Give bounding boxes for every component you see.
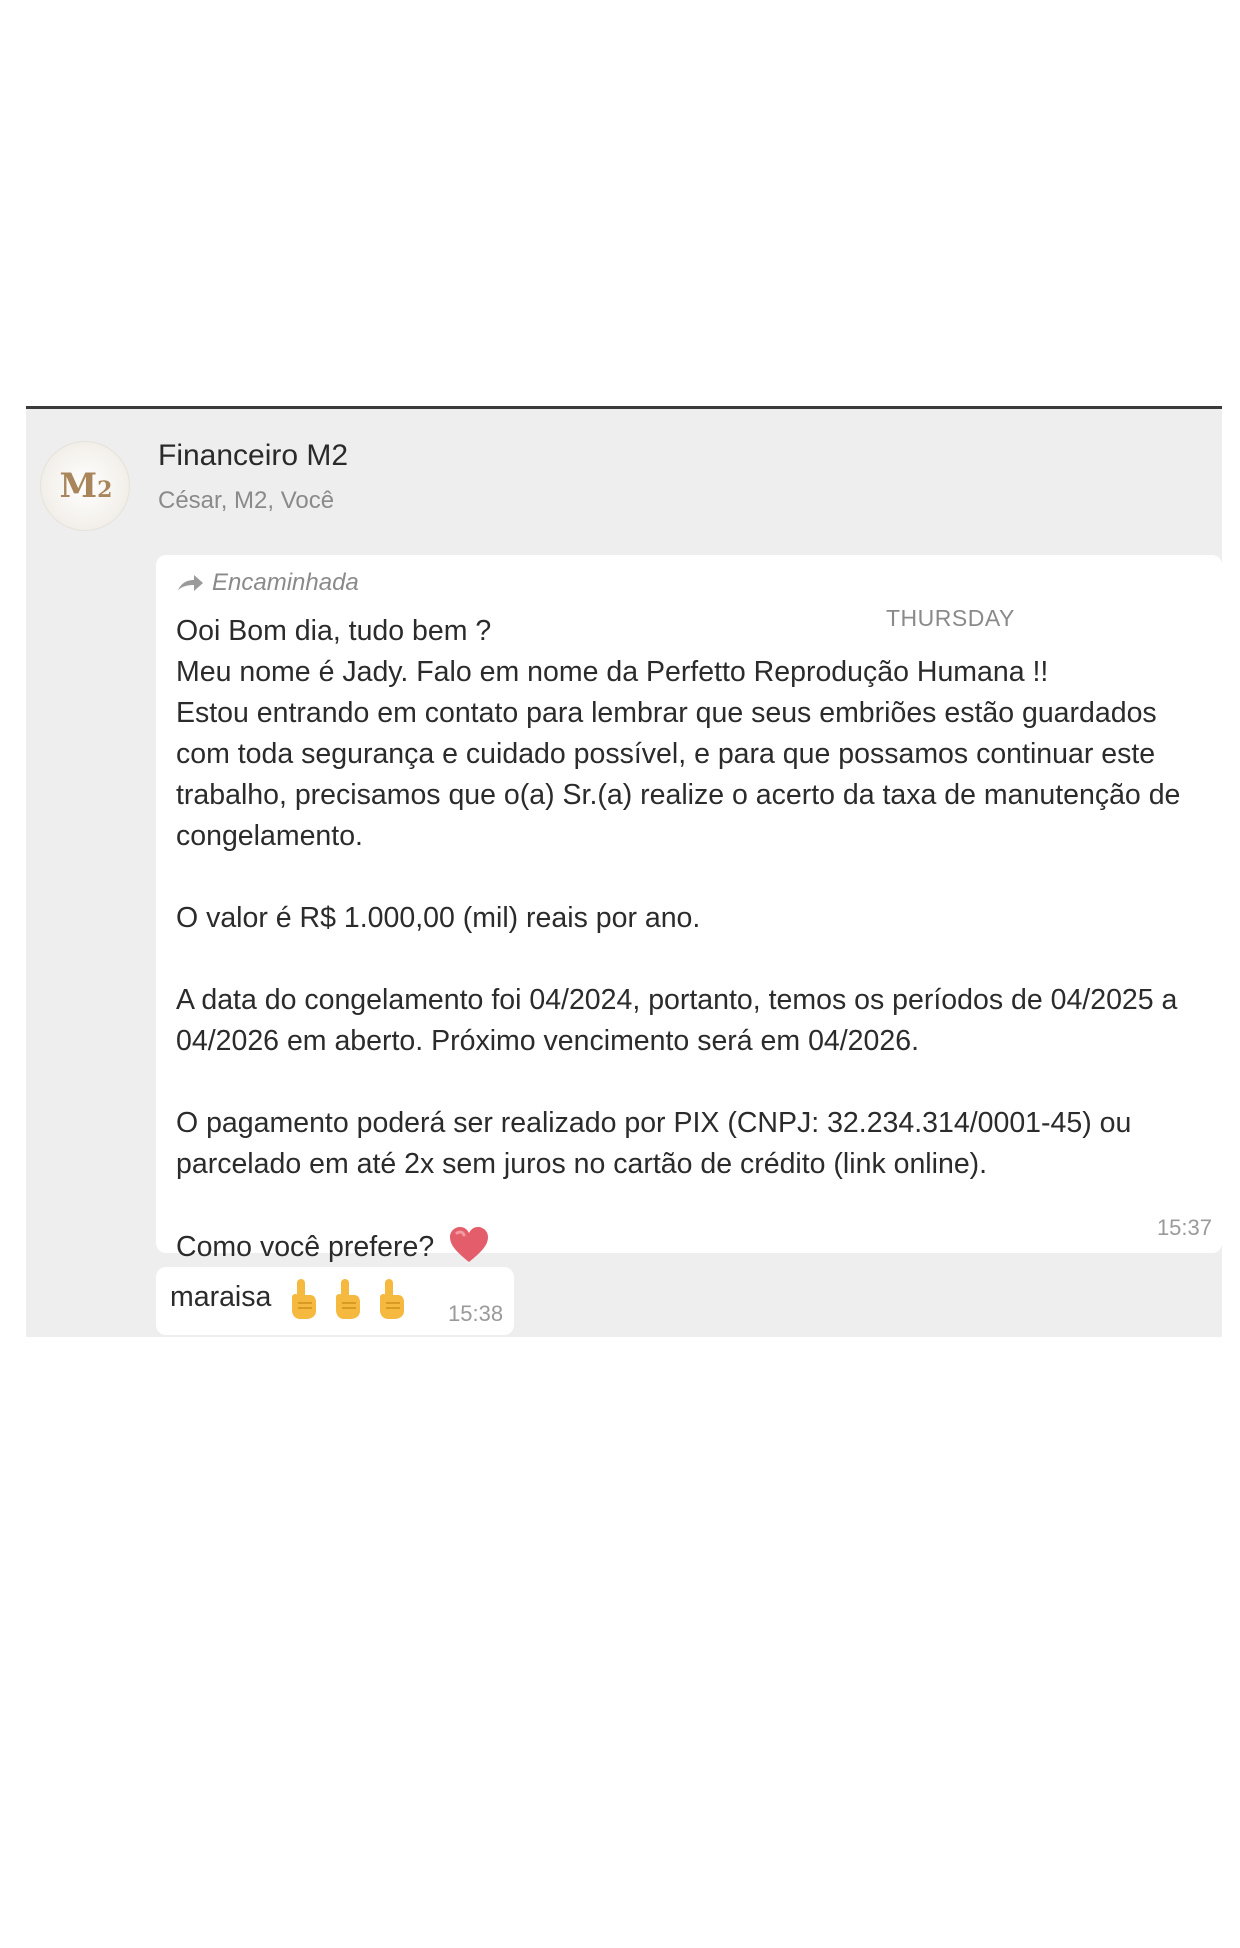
pointing-up-finger-icon <box>292 1279 316 1319</box>
message-paragraph: A data do congelamento foi 04/2024, port… <box>176 984 1178 1057</box>
chat-title: Financeiro M2 <box>158 439 349 472</box>
m2-logo: M2 <box>59 466 113 506</box>
scanned-page: M2 Financeiro M2 César, M2, Você Encamin… <box>0 0 1240 1948</box>
chat-members: César, M2, Você <box>158 487 335 514</box>
message-line: Meu nome é Jady. Falo em nome da Perfett… <box>176 656 1049 688</box>
incoming-message-bubble[interactable]: Encaminhada THURSDAY Ooi Bom dia, tudo b… <box>156 555 1222 1263</box>
reply-emoji-row <box>286 1277 408 1321</box>
forward-arrow-icon <box>178 575 203 591</box>
pointing-up-finger-icon <box>380 1279 404 1319</box>
question-text: Como você prefere? <box>176 1231 435 1263</box>
reply-timestamp: 15:38 <box>448 1301 504 1326</box>
chat-window: M2 Financeiro M2 César, M2, Você Encamin… <box>26 406 1222 1337</box>
message-timestamp: 15:37 <box>1156 1215 1212 1240</box>
message-paragraph: O pagamento poderá ser realizado por PIX… <box>176 1107 1132 1180</box>
message-paragraph: O valor é R$ 1.000,00 (mil) reais por an… <box>176 902 701 934</box>
pointing-up-finger-icon <box>336 1279 360 1319</box>
message-question: Como você prefere? <box>176 1226 1216 1268</box>
message-paragraph: Estou entrando em contato para lembrar q… <box>176 697 1181 852</box>
forwarded-label: Encaminhada <box>176 569 359 597</box>
reply-text: maraisa <box>170 1281 272 1313</box>
message-line: Ooi Bom dia, tudo bem ? <box>176 615 492 647</box>
group-avatar[interactable]: M2 <box>40 441 130 531</box>
reply-message-bubble[interactable]: maraisa 15:38 <box>156 1267 514 1335</box>
chat-header[interactable]: M2 Financeiro M2 César, M2, Você <box>26 409 1222 559</box>
forwarded-text: Encaminhada <box>212 569 359 596</box>
message-text: Ooi Bom dia, tudo bem ? Meu nome é Jady.… <box>176 611 1216 1268</box>
red-heart-icon <box>450 1227 489 1262</box>
